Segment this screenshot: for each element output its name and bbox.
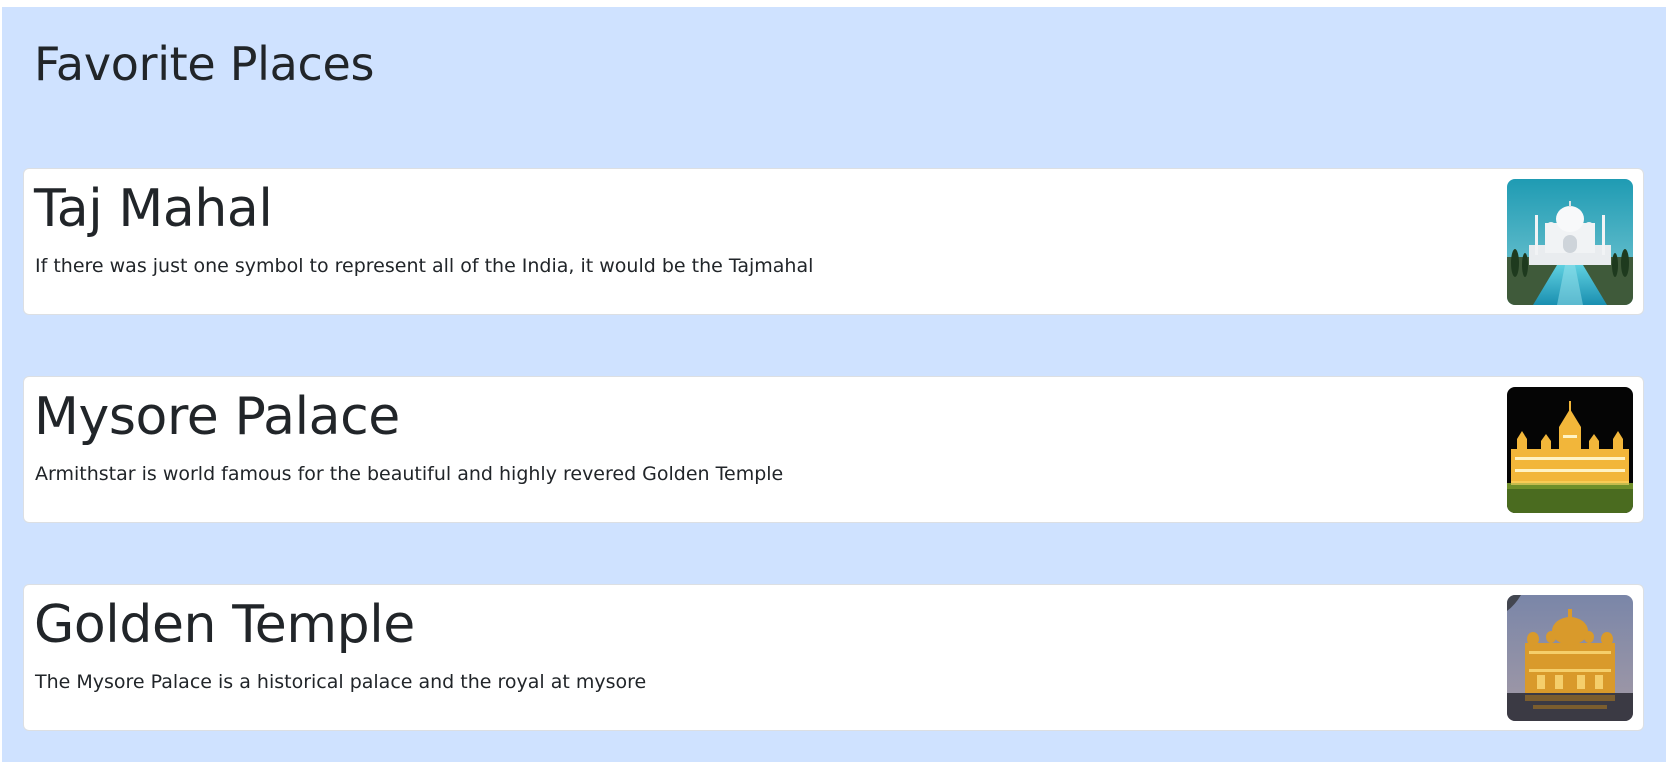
taj-mahal-photo-icon [1507, 179, 1633, 305]
place-description: The Mysore Palace is a historical palace… [35, 671, 647, 693]
favorite-places-page: Favorite Places Taj Mahal If there was j… [2, 7, 1666, 762]
place-name: Golden Temple [34, 595, 415, 655]
place-card: Mysore Palace Armithstar is world famous… [23, 376, 1644, 523]
place-description: Armithstar is world famous for the beaut… [35, 463, 784, 485]
place-card: Golden Temple The Mysore Palace is a his… [23, 584, 1644, 731]
place-card: Taj Mahal If there was just one symbol t… [23, 168, 1644, 315]
place-description: If there was just one symbol to represen… [35, 255, 814, 277]
golden-temple-photo-icon [1507, 595, 1633, 721]
mysore-palace-photo-icon [1507, 387, 1633, 513]
page-title: Favorite Places [34, 37, 375, 91]
place-name: Mysore Palace [34, 387, 400, 447]
place-name: Taj Mahal [34, 179, 273, 239]
